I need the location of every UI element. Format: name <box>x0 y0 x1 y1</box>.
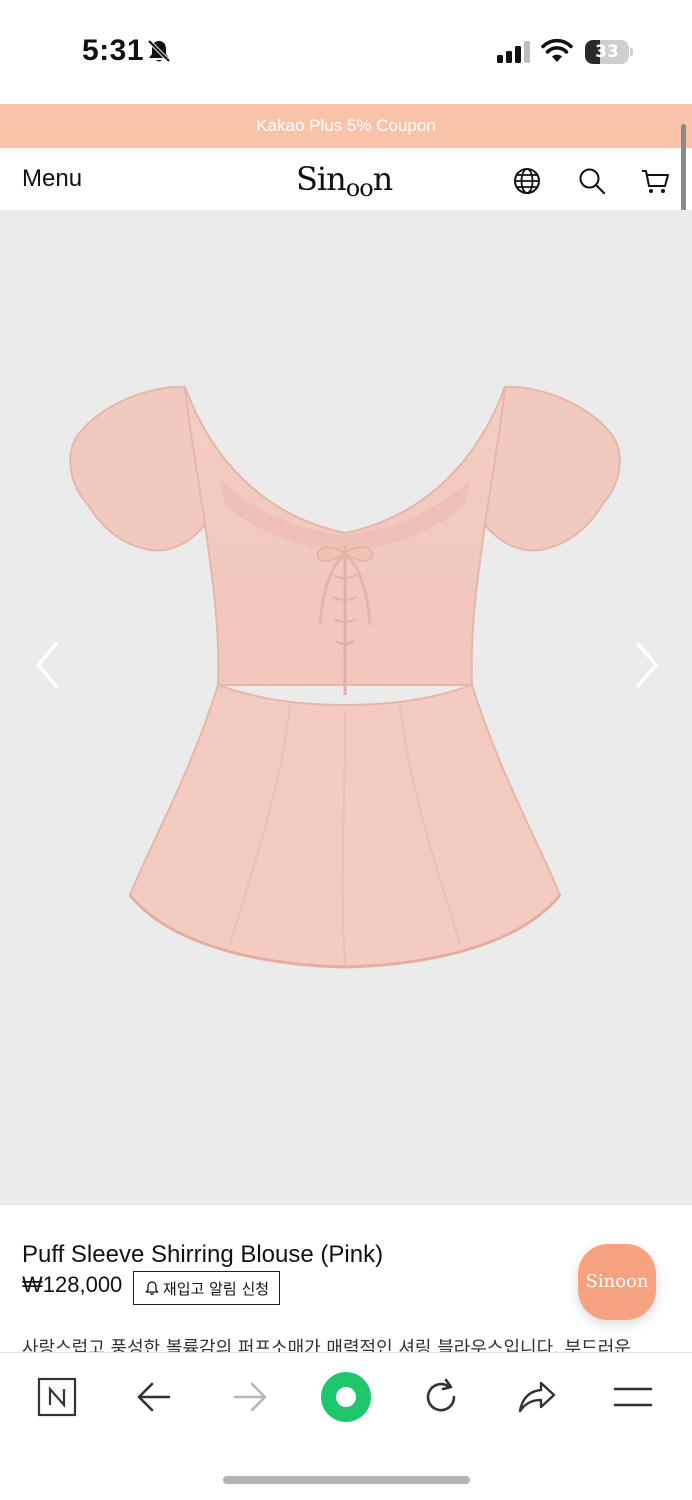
wifi-icon <box>541 38 573 62</box>
status-bar: 5:31 33 <box>0 0 692 104</box>
status-time: 5:31 <box>82 34 145 67</box>
cellular-signal-icon <box>497 41 530 63</box>
naver-n-icon[interactable] <box>37 1377 77 1417</box>
cart-icon[interactable] <box>640 166 670 196</box>
promo-banner[interactable]: Kakao Plus 5% Coupon <box>0 104 692 148</box>
share-icon[interactable] <box>517 1377 557 1417</box>
restock-button-label: 재입고 알림 신청 <box>162 1279 270 1298</box>
bell-icon <box>145 1281 159 1295</box>
home-indicator[interactable] <box>223 1476 470 1484</box>
menu-button[interactable]: Menu <box>22 165 82 193</box>
product-image <box>69 385 621 969</box>
restock-alert-button[interactable]: 재입고 알림 신청 <box>133 1271 280 1305</box>
product-image-gallery[interactable] <box>0 210 692 1205</box>
site-header: Menu Sinoon <box>0 148 692 210</box>
green-home-icon[interactable] <box>319 1370 373 1424</box>
back-arrow-icon[interactable] <box>134 1377 174 1417</box>
chevron-left-icon[interactable] <box>32 640 62 690</box>
sinoon-logo[interactable]: Sinoon <box>296 160 393 202</box>
menu-hamburger-icon[interactable] <box>613 1377 653 1417</box>
battery-icon: 33 <box>585 40 633 64</box>
forward-arrow-icon[interactable] <box>230 1377 270 1417</box>
product-price: ₩128,000 <box>22 1272 123 1297</box>
battery-level: 33 <box>595 42 619 62</box>
chevron-right-icon[interactable] <box>632 640 662 690</box>
reload-icon[interactable] <box>421 1377 461 1417</box>
globe-icon[interactable] <box>512 166 542 196</box>
bell-off-icon <box>147 39 171 63</box>
product-title: Puff Sleeve Shirring Blouse (Pink) <box>22 1241 384 1268</box>
search-icon[interactable] <box>577 166 607 196</box>
floating-chat-button[interactable]: Sinoon <box>578 1244 656 1320</box>
